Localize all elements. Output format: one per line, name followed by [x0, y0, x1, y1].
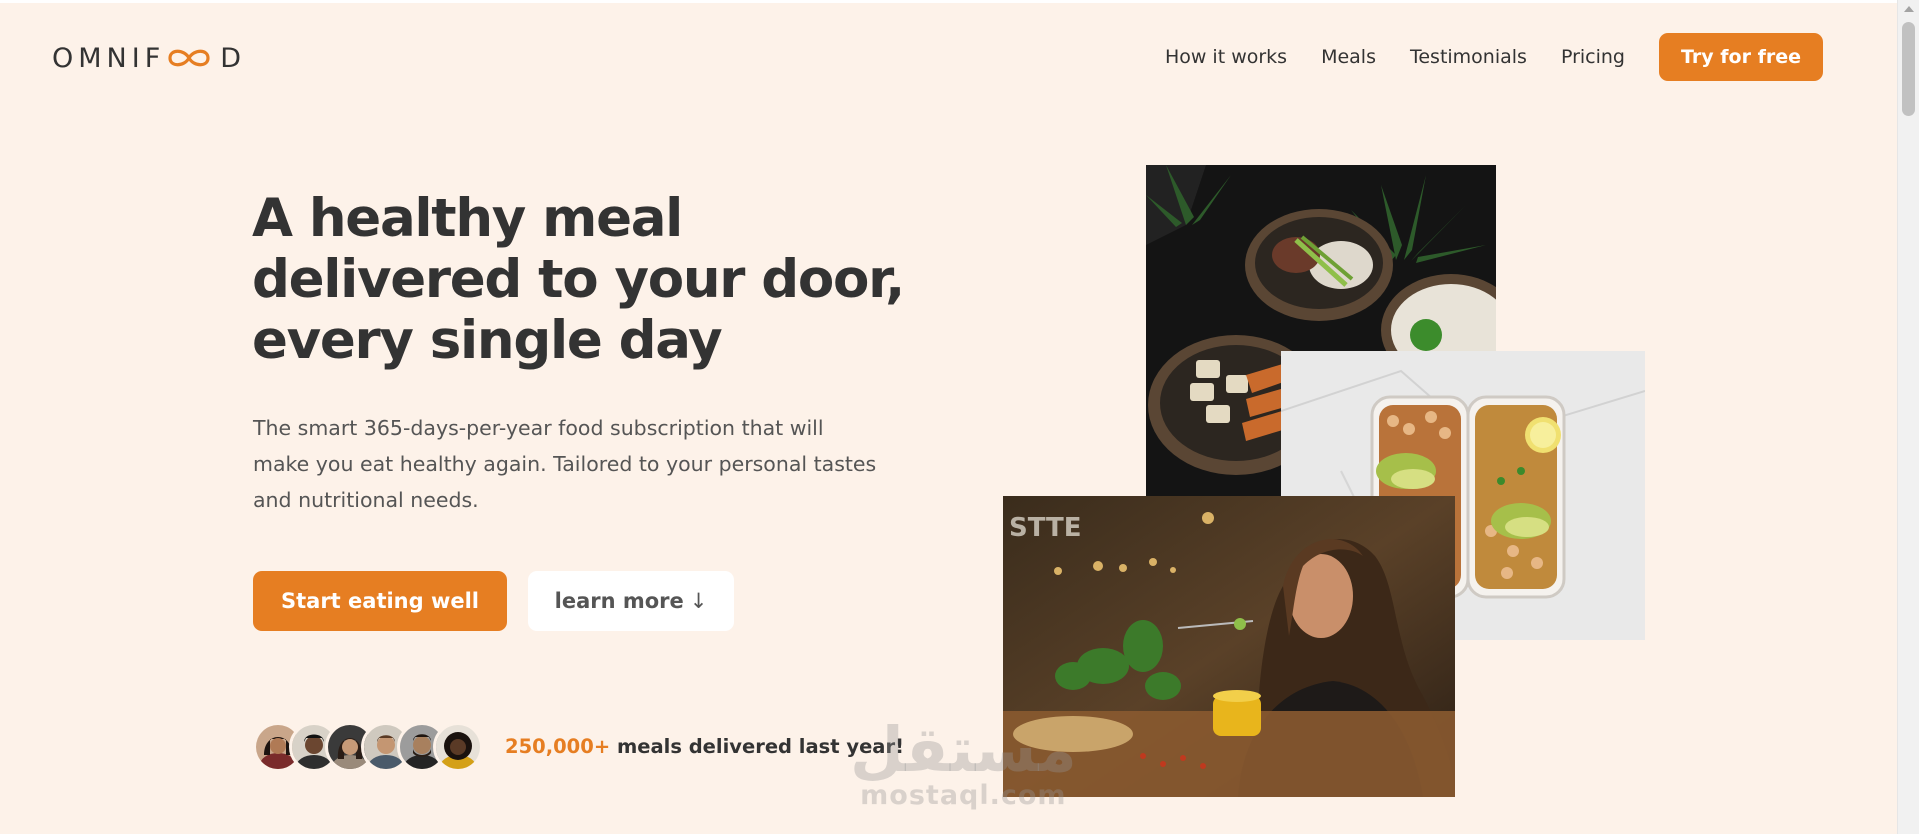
customer-avatars [253, 722, 483, 772]
nav-link-pricing[interactable]: Pricing [1561, 46, 1625, 68]
learn-more-label: learn more [554, 589, 684, 613]
mostaql-watermark: مستقل mostaql.com [850, 718, 1077, 810]
hero-description-line: and nutritional needs. [253, 488, 479, 512]
hero-title-line: A healthy meal [252, 188, 683, 249]
arrow-down-icon: ↓ [689, 589, 708, 613]
page-viewport: OMNIF D How it works Meals Testimonials … [0, 0, 1897, 834]
nav-link-meals[interactable]: Meals [1321, 46, 1376, 68]
meals-delivered-text: 250,000+ meals delivered last year! [505, 735, 904, 758]
top-border [0, 0, 1897, 3]
meals-delivered-count: 250,000+ [505, 735, 611, 758]
scrollbar-thumb[interactable] [1902, 22, 1915, 116]
customer-avatar [433, 722, 483, 772]
hero-title-line: every single day [252, 310, 723, 371]
learn-more-button[interactable]: learn more ↓ [528, 571, 734, 631]
watermark-latin: mostaql.com [860, 780, 1067, 811]
nav-link-how-it-works[interactable]: How it works [1165, 46, 1287, 68]
hero-description: The smart 365-days-per-year food subscri… [253, 410, 903, 518]
hero-description-line: The smart 365-days-per-year food subscri… [253, 416, 824, 440]
page-scrollbar[interactable] [1897, 0, 1919, 834]
infinity-logo-icon [165, 45, 213, 71]
logo-text-left: OMNIF [52, 42, 166, 74]
omnifood-logo[interactable]: OMNIF D [52, 40, 246, 76]
main-nav: How it works Meals Testimonials Pricing … [1165, 33, 1823, 81]
scroll-up-arrow-icon[interactable] [1904, 6, 1914, 12]
start-eating-well-button[interactable]: Start eating well [253, 571, 507, 631]
nav-link-testimonials[interactable]: Testimonials [1410, 46, 1527, 68]
svg-text:STTE: STTE [1009, 513, 1082, 543]
hero-title: A healthy meal delivered to your door, e… [252, 188, 922, 371]
try-for-free-button[interactable]: Try for free [1659, 33, 1823, 81]
watermark-arabic: مستقل [850, 713, 1077, 786]
hero-title-line: delivered to your door, [252, 249, 905, 310]
logo-text-right: D [220, 42, 247, 74]
hero-description-line: make you eat healthy again. Tailored to … [253, 452, 877, 476]
